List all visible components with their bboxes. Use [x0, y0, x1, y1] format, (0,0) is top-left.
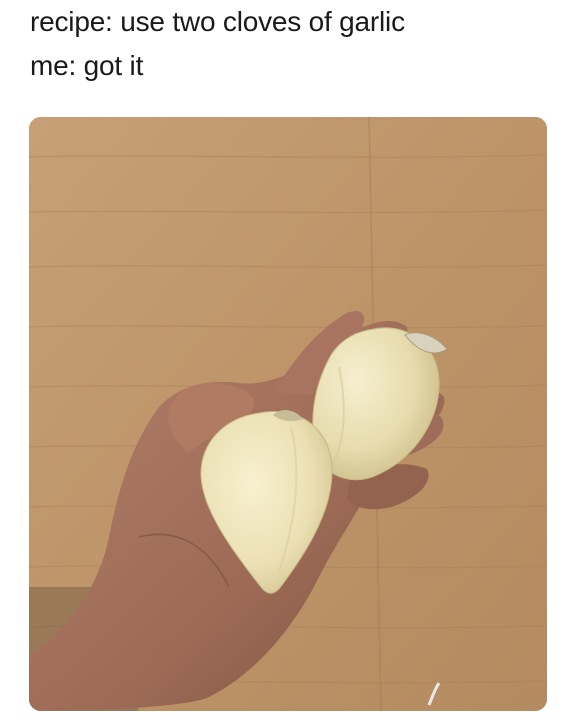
caption-line-me: me: got it	[30, 50, 144, 81]
caption-line-recipe: recipe: use two cloves of garlic	[30, 6, 405, 37]
meme-caption: recipe: use two cloves of garlic me: got…	[30, 0, 550, 88]
photo-illustration	[29, 117, 547, 711]
meme-photo	[29, 117, 547, 711]
